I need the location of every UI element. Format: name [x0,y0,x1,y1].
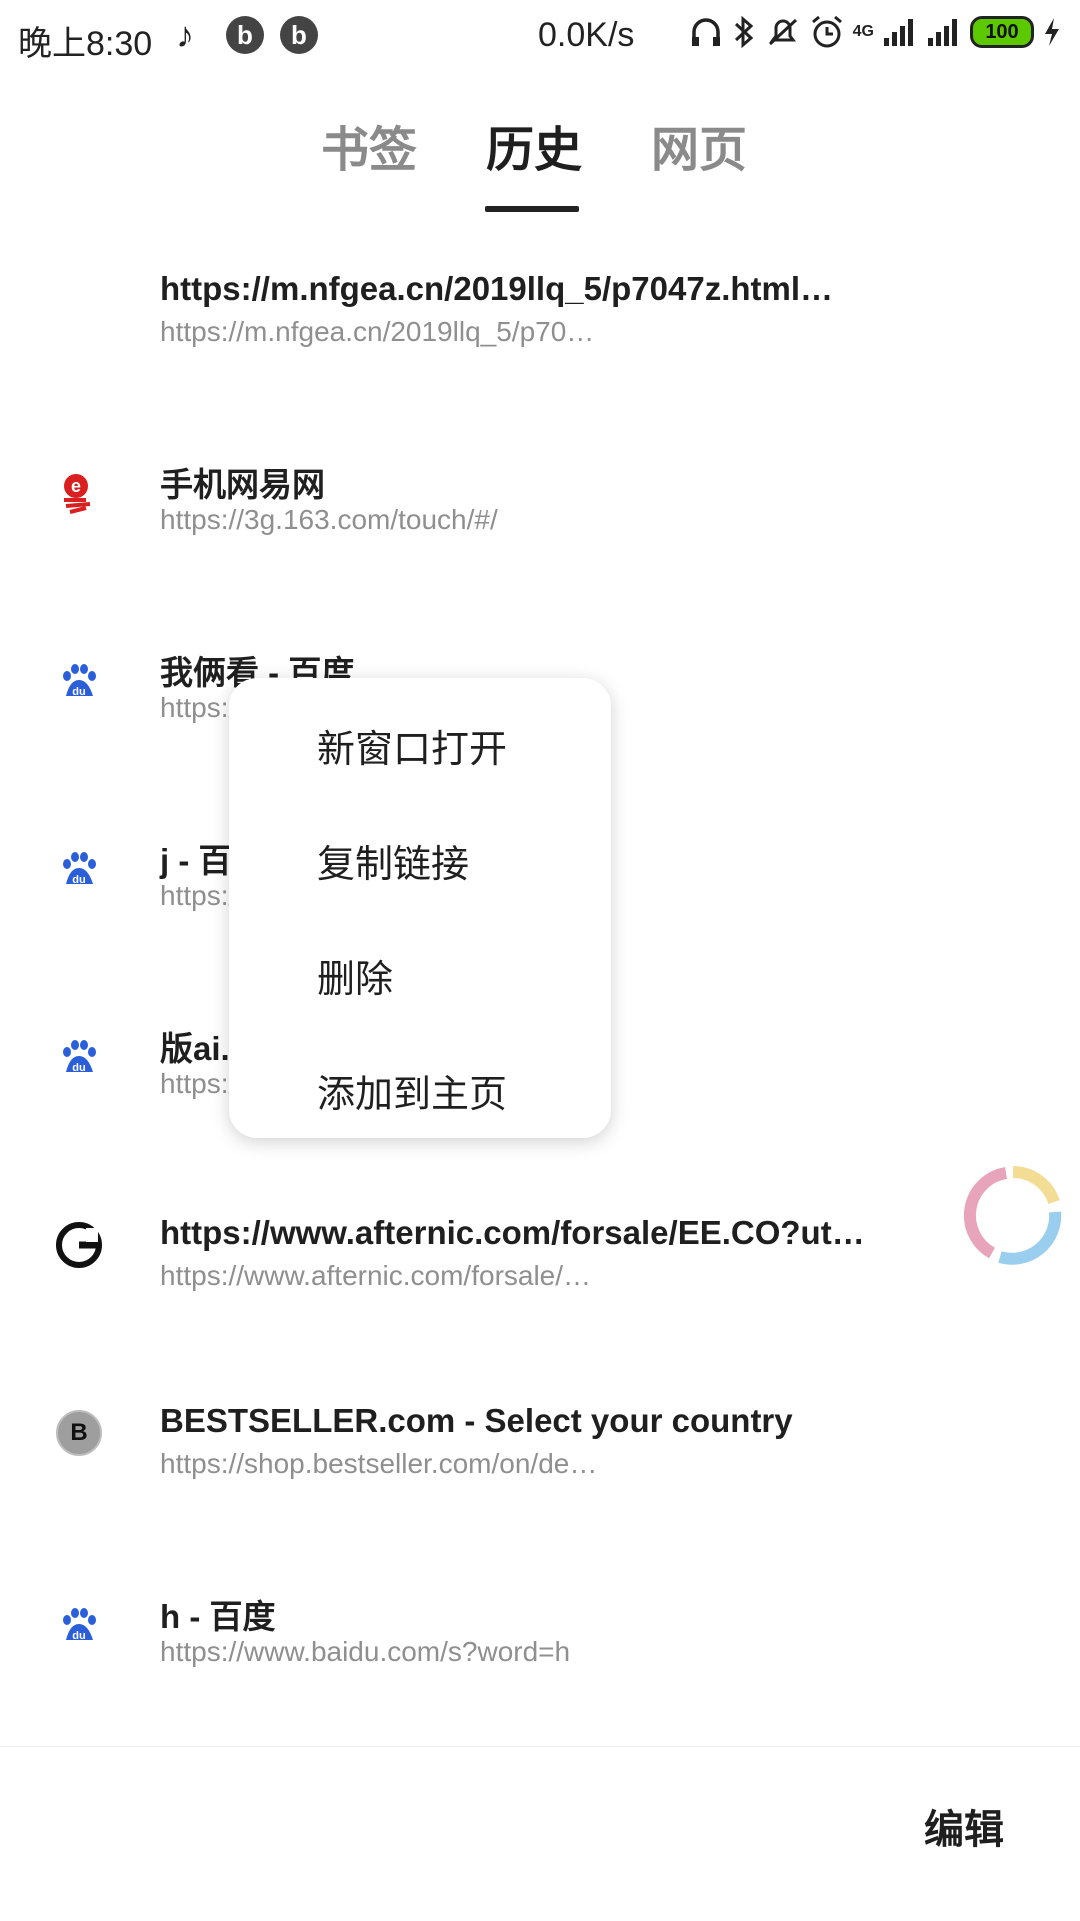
tab-web[interactable]: 网页 [651,110,747,180]
alarm-icon [811,15,842,48]
menu-delete[interactable]: 删除 [317,948,393,1003]
context-menu: 新窗口打开 复制链接 删除 添加到主页 [229,678,611,1138]
history-url: https://www.afternic.com/forsale/… [160,1260,592,1291]
history-title: https://m.nfgea.cn/2019llq_5/p7047z.html… [160,270,834,307]
svg-text:du: du [72,1062,85,1074]
history-url: https://m.nfgea.cn/2019llq_5/p70… [160,316,595,347]
netease-icon: e [64,474,91,514]
history-title: https://www.afternic.com/forsale/EE.CO?u… [160,1214,865,1251]
history-title: BESTSELLER.com - Select your country [160,1402,793,1439]
svg-text:du: du [72,874,85,886]
baidu-icon: du [63,1608,96,1642]
svg-text:du: du [72,1630,85,1642]
status-icons: 4G 100 [689,14,1062,50]
svg-text:e: e [71,476,81,496]
status-bar: 晚上8:30 ♪ b b 0.0K/s 4G 100 [0,0,1080,76]
tab-history[interactable]: 历史 [486,110,582,180]
signal-icon [928,19,957,46]
history-title: 版ai. [160,1030,230,1067]
battery-icon: 100 [970,16,1034,48]
history-title: 手机网易网 [160,466,325,503]
history-item[interactable]: du h - 百度 https://www.baidu.com/s?word=h [0,1590,1080,1730]
tab-bookmarks[interactable]: 书签 [321,110,417,180]
history-item[interactable]: https://m.nfgea.cn/2019llq_5/p7047z.html… [0,270,1080,410]
music-note-icon: ♪ [176,14,194,55]
tab-indicator [485,206,579,212]
menu-copy-link[interactable]: 复制链接 [317,833,469,888]
baidu-icon: du [63,664,96,698]
history-item[interactable]: B BESTSELLER.com - Select your country h… [0,1402,1080,1542]
signal-icon [884,19,913,46]
baidu-icon: du [63,1040,96,1074]
b-app-icon: b [280,16,318,54]
history-url: https://shop.bestseller.com/on/de… [160,1448,598,1479]
network-speed: 0.0K/s [538,16,635,54]
bottom-bar: 编辑 [0,1746,1080,1921]
menu-add-to-home[interactable]: 添加到主页 [317,1063,507,1118]
menu-open-new-window[interactable]: 新窗口打开 [317,718,507,773]
g-icon [56,1222,102,1268]
mute-icon [768,18,797,46]
tab-bar: 书签 历史 网页 [0,110,1080,220]
letter-b-icon: B [56,1410,102,1456]
history-url: https://www.baidu.com/s?word=h [160,1636,571,1667]
bluetooth-icon [734,15,753,49]
floating-ball-icon[interactable] [960,1162,1066,1268]
baidu-icon: du [63,852,96,886]
history-item[interactable]: e 手机网易网 https://3g.163.com/touch/#/ [0,458,1080,598]
network-type: 4G [852,23,874,40]
charging-icon [1045,18,1059,46]
history-url: https://3g.163.com/touch/#/ [160,504,498,535]
headphones-icon [691,18,720,46]
edit-button[interactable]: 编辑 [924,1797,1004,1855]
history-item[interactable]: https://www.afternic.com/forsale/EE.CO?u… [0,1214,1080,1354]
b-app-icon: b [226,16,264,54]
status-time: 晚上8:30 [18,25,153,63]
history-title: h - 百度 [160,1598,276,1635]
svg-text:du: du [72,686,85,698]
